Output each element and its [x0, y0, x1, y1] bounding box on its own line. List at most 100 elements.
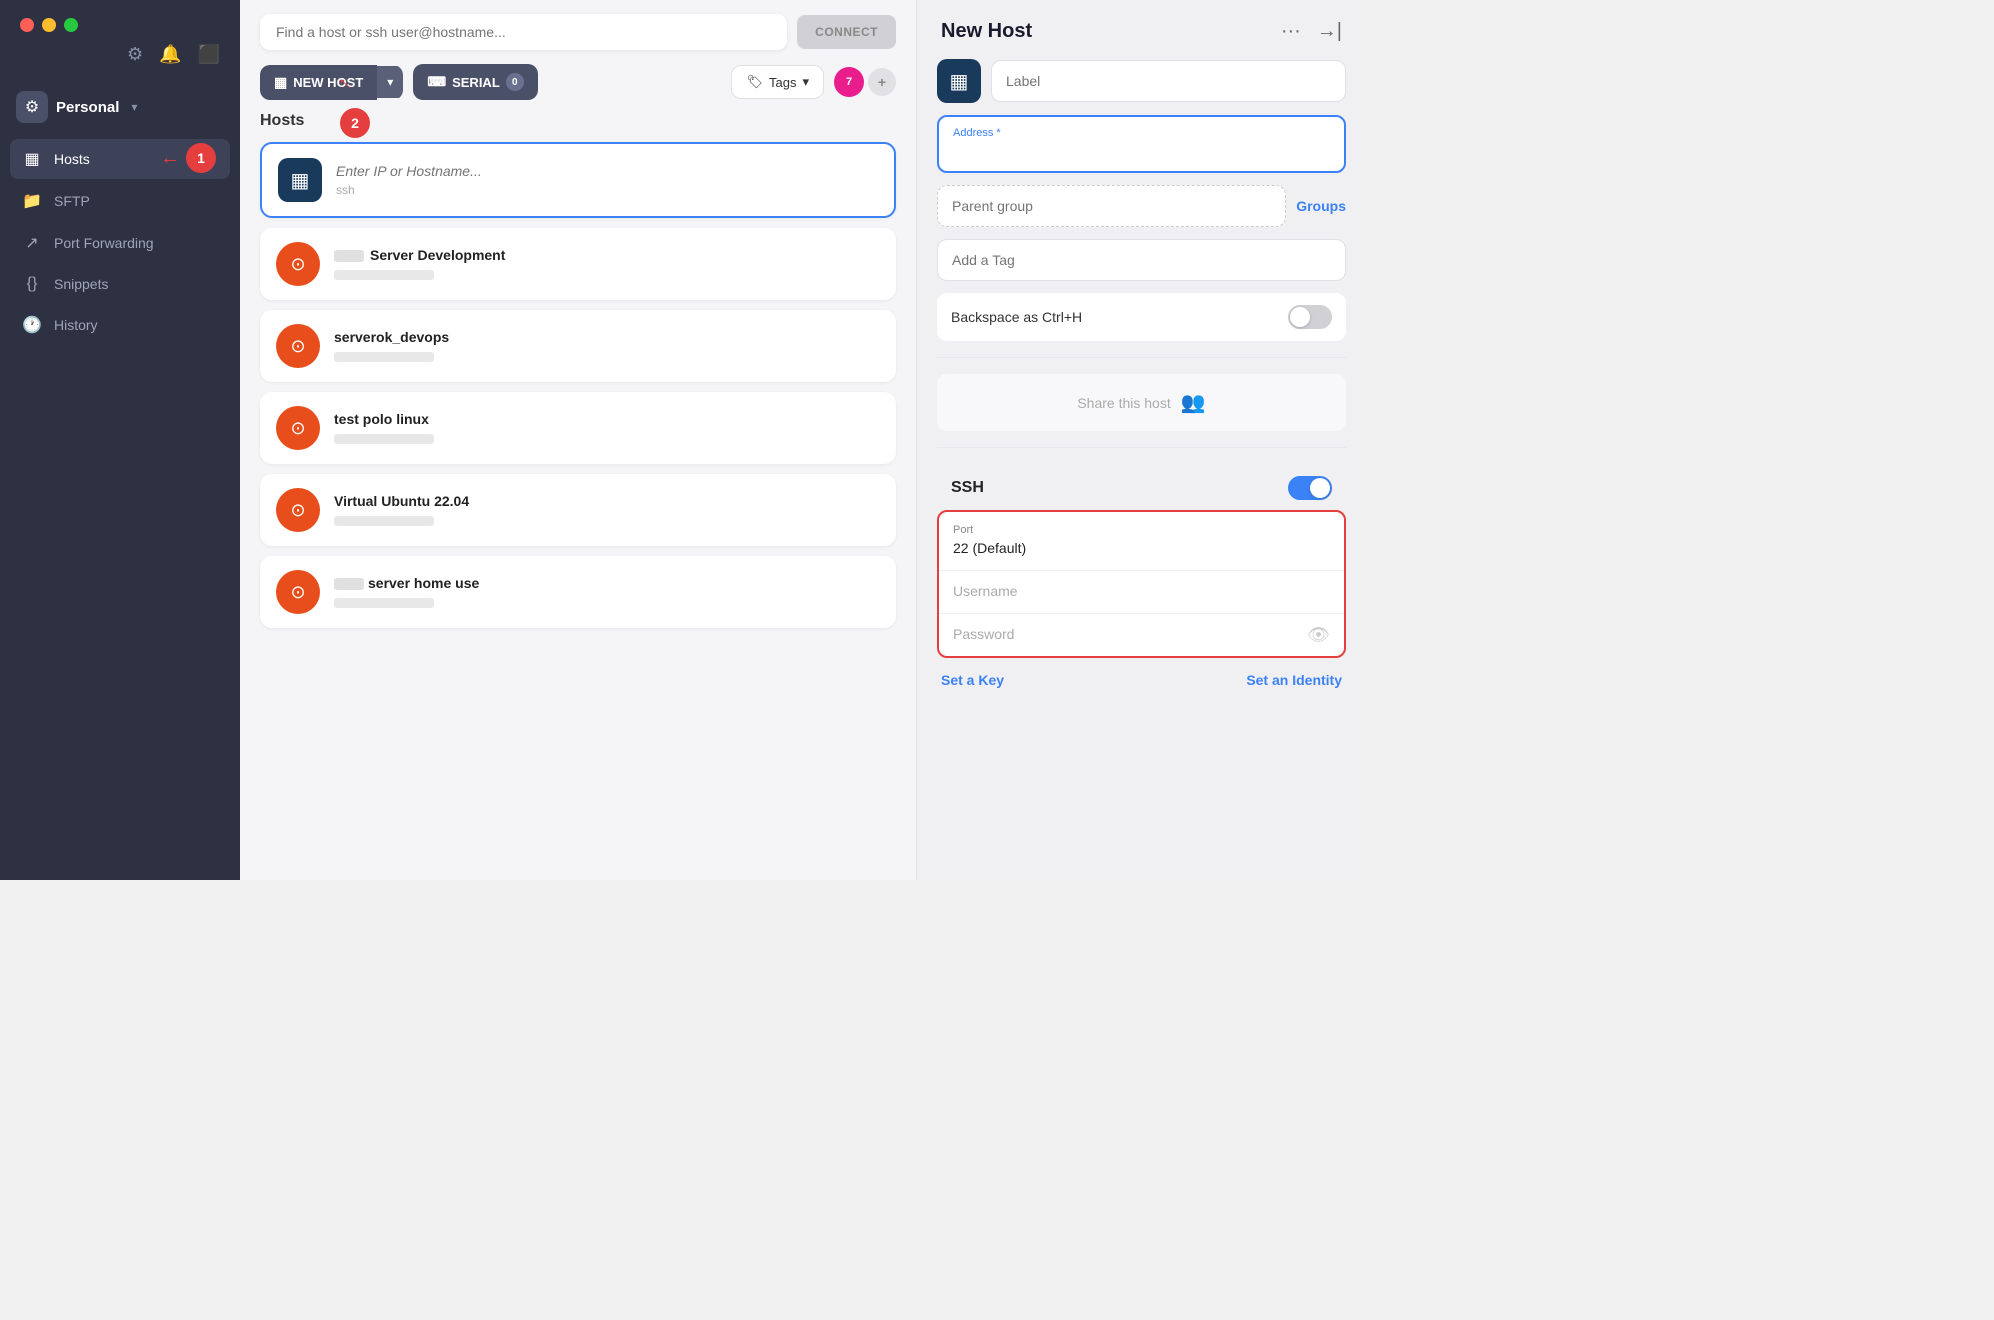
- parent-group-row: Groups: [937, 185, 1346, 227]
- chevron-down-icon-tags: ▾: [802, 74, 809, 90]
- sidebar-item-label-port-forwarding: Port Forwarding: [54, 235, 154, 251]
- maximize-window-button[interactable]: [64, 18, 78, 32]
- host-icon-ubuntu-5: ⊙: [276, 570, 320, 614]
- search-input[interactable]: [276, 24, 771, 40]
- label-input[interactable]: [991, 60, 1346, 102]
- parent-group-input[interactable]: [937, 185, 1286, 227]
- bell-icon[interactable]: 🔔: [159, 44, 181, 65]
- host-addr-3: [334, 431, 434, 445]
- sidebar-item-sftp[interactable]: 📁 SFTP: [10, 181, 230, 221]
- ssh-password-field: 👁: [939, 614, 1344, 656]
- host-info-5: server home use: [334, 575, 479, 609]
- minimize-window-button[interactable]: [42, 18, 56, 32]
- close-window-button[interactable]: [20, 18, 34, 32]
- add-tag-input[interactable]: [937, 239, 1346, 281]
- ssh-port-field: Port: [939, 512, 1344, 571]
- panel-header: New Host ··· →|: [917, 0, 1366, 59]
- new-host-name-input[interactable]: [336, 163, 518, 179]
- backspace-toggle[interactable]: [1288, 305, 1332, 329]
- expand-panel-button[interactable]: →|: [1317, 20, 1342, 43]
- host-card-2[interactable]: ⊙ serverok_devops: [260, 310, 896, 382]
- share-host-section: Share this host 👥: [937, 374, 1346, 431]
- sidebar-item-port-forwarding[interactable]: ↗ Port Forwarding: [10, 223, 230, 263]
- terminal-icon[interactable]: ⬛: [198, 44, 220, 65]
- profile-name: Personal: [56, 99, 119, 116]
- password-visibility-icon[interactable]: 👁: [1307, 625, 1330, 646]
- host-card-1[interactable]: ⊙ Server Development: [260, 228, 896, 300]
- serial-button[interactable]: ⌨ SERIAL 0: [413, 64, 537, 100]
- arrow-icon-1: ←: [160, 147, 180, 170]
- share-host-label: Share this host: [1077, 395, 1170, 411]
- host-icon-ubuntu-4: ⊙: [276, 488, 320, 532]
- annotation-2: 2: [340, 108, 370, 138]
- main-content: CONNECT ▦ NEW HOST ▾ ⌨ SERIAL 0 2 ↑: [240, 0, 916, 880]
- set-identity-link[interactable]: Set an Identity: [1246, 672, 1342, 688]
- host-addr-5: [334, 595, 479, 609]
- panel-body: ▦ Address * 3 Groups Backspac: [917, 59, 1366, 712]
- hosts-section: Hosts ▦ ssh ⊙ Server Development: [240, 112, 916, 880]
- traffic-lights: [0, 0, 240, 44]
- serial-icon: ⌨: [427, 74, 446, 90]
- new-host-dropdown-button[interactable]: ▾: [377, 66, 403, 98]
- host-info-3: test polo linux: [334, 411, 434, 445]
- new-host-info: ssh: [336, 163, 518, 197]
- panel-title: New Host: [941, 20, 1032, 43]
- new-host-card[interactable]: ▦ ssh: [260, 142, 896, 218]
- backspace-toggle-row: Backspace as Ctrl+H: [937, 293, 1346, 341]
- host-icon-ubuntu-1: ⊙: [276, 242, 320, 286]
- address-field-wrap: Address *: [937, 115, 1346, 173]
- tag-icon: 🏷: [746, 74, 763, 90]
- set-key-link[interactable]: Set a Key: [941, 672, 1004, 688]
- host-icon-ubuntu-2: ⊙: [276, 324, 320, 368]
- address-field-container: Address * 3: [937, 115, 1346, 173]
- serial-badge: 0: [506, 73, 524, 91]
- connect-button[interactable]: CONNECT: [797, 15, 896, 49]
- port-input[interactable]: [953, 540, 1330, 556]
- right-panel: New Host ··· →| ▦ Address * 3: [916, 0, 1366, 880]
- ssh-fields-container: Port 👁 4: [937, 510, 1346, 658]
- host-info-2: serverok_devops: [334, 329, 449, 363]
- sidebar-item-snippets[interactable]: {} Snippets: [10, 265, 230, 303]
- divider-2: [937, 447, 1346, 448]
- host-addr-1: [334, 267, 505, 281]
- share-icon: 👥: [1181, 390, 1206, 415]
- ssh-fields-wrap: Port 👁: [937, 510, 1346, 658]
- annotation-1: 1: [186, 143, 216, 173]
- sidebar-item-hosts[interactable]: ▦ Hosts ← 1: [10, 139, 230, 179]
- more-options-button[interactable]: ···: [1281, 20, 1301, 43]
- host-name-3: test polo linux: [334, 411, 434, 427]
- port-forwarding-icon: ↗: [22, 233, 42, 253]
- tags-button[interactable]: 🏷 Tags ▾: [731, 65, 824, 99]
- search-bar: CONNECT: [240, 0, 916, 64]
- ssh-toggle[interactable]: [1288, 476, 1332, 500]
- address-input[interactable]: [953, 143, 1330, 159]
- sidebar-item-history[interactable]: 🕐 History: [10, 305, 230, 345]
- chevron-down-icon: ▾: [131, 100, 137, 114]
- host-panel-icon: ▦: [937, 59, 981, 103]
- host-name-4: Virtual Ubuntu 22.04: [334, 493, 469, 509]
- host-card-4[interactable]: ⊙ Virtual Ubuntu 22.04: [260, 474, 896, 546]
- new-host-icon: ▦: [278, 158, 322, 202]
- ssh-label: SSH: [951, 479, 984, 497]
- profile-section[interactable]: ⚙ Personal ▾: [0, 81, 240, 139]
- toolbar: ▦ NEW HOST ▾ ⌨ SERIAL 0 2 ↑ 🏷 Tags ▾: [240, 64, 916, 112]
- password-input[interactable]: [953, 626, 1330, 642]
- host-card-5[interactable]: ⊙ server home use: [260, 556, 896, 628]
- hosts-icon: ▦: [22, 149, 42, 169]
- host-name-2: serverok_devops: [334, 329, 449, 345]
- host-addr-2: [334, 349, 449, 363]
- new-host-icon: ▦: [274, 74, 287, 91]
- port-label: Port: [953, 524, 1330, 536]
- groups-link[interactable]: Groups: [1296, 198, 1346, 214]
- settings-icon[interactable]: ⚙: [127, 44, 143, 65]
- ssh-section: SSH Port: [937, 464, 1346, 692]
- new-host-sub: ssh: [336, 183, 518, 197]
- avatar-add-button[interactable]: +: [868, 68, 896, 96]
- sidebar-item-label-sftp: SFTP: [54, 193, 90, 209]
- host-card-3[interactable]: ⊙ test polo linux: [260, 392, 896, 464]
- history-icon: 🕐: [22, 315, 42, 335]
- new-host-btn-group: ▦ NEW HOST ▾: [260, 65, 403, 100]
- new-host-button[interactable]: ▦ NEW HOST: [260, 65, 377, 100]
- username-input[interactable]: [953, 583, 1330, 599]
- ssh-bottom-links: Set a Key Set an Identity: [937, 658, 1346, 692]
